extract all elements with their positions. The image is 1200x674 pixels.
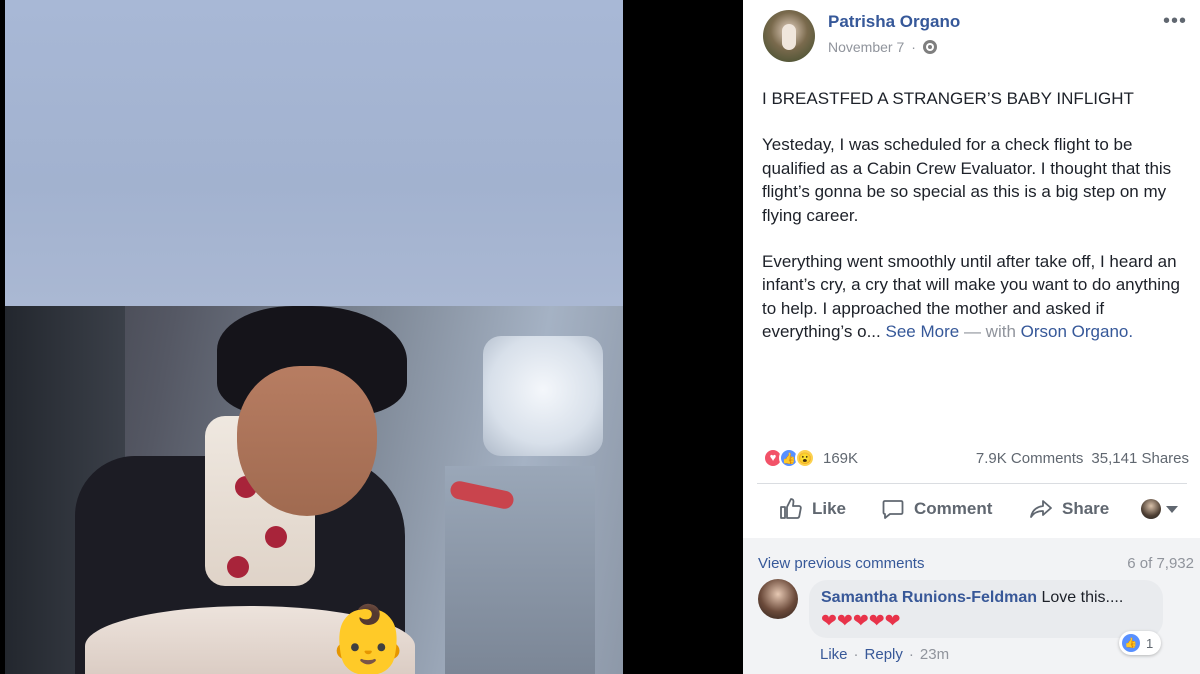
photo-viewer[interactable]: 👶: [0, 0, 743, 674]
comment-action-sep: ·: [853, 646, 859, 663]
caret-down-icon: [1166, 505, 1178, 513]
post-paragraph-2: Everything went smoothly until after tak…: [762, 250, 1192, 344]
comment-label: Comment: [914, 499, 993, 518]
post-photo[interactable]: 👶: [5, 0, 623, 674]
comment-bubble: Samantha Runions-Feldman Love this.... ❤…: [809, 580, 1163, 638]
photo-aircraft-window: [483, 336, 603, 456]
reaction-identity-selector[interactable]: [1141, 499, 1178, 519]
comment-reaction-badge[interactable]: 👍 1: [1119, 631, 1162, 655]
comment-actions: Like · Reply · 23m: [820, 646, 949, 663]
view-previous-comments-link[interactable]: View previous comments: [758, 555, 924, 572]
comment-like-reaction-icon: 👍: [1122, 634, 1140, 652]
author-avatar[interactable]: [763, 10, 815, 62]
post-sidebar: Patrisha Organo November 7 · ••• I BREAS…: [743, 0, 1200, 674]
author-name[interactable]: Patrisha Organo: [828, 12, 960, 32]
post-meta: November 7 ·: [828, 39, 937, 55]
comment-bubble-icon: [882, 500, 904, 519]
comment-like-link[interactable]: Like: [820, 646, 848, 663]
share-label: Share: [1062, 499, 1110, 518]
comment-time[interactable]: 23m: [920, 646, 949, 663]
post-headline: I BREASTFED A STRANGER’S BABY INFLIGHT: [762, 89, 1134, 108]
like-button[interactable]: Like: [779, 497, 846, 521]
comment-hearts: ❤❤❤❤❤: [821, 612, 1151, 631]
baby-sticker-icon: 👶: [327, 602, 410, 674]
comments-count-link[interactable]: 7.9K Comments: [976, 450, 1084, 467]
thumbs-up-icon: [780, 498, 802, 519]
post-date[interactable]: November 7: [828, 39, 904, 55]
post-action-bar: Like Comment Share: [757, 484, 1197, 534]
with-text: — with: [963, 322, 1016, 342]
photo-sky-area: [5, 0, 623, 306]
shares-count-link[interactable]: 35,141 Shares: [1091, 450, 1189, 467]
like-label: Like: [812, 499, 847, 518]
post-paragraph-1: Yesteday, I was scheduled for a check fl…: [762, 135, 1172, 225]
share-button[interactable]: Share: [1029, 497, 1109, 521]
current-user-avatar: [1141, 499, 1161, 519]
comment-button[interactable]: Comment: [881, 497, 992, 521]
heart-emoji-icons: ❤❤❤❤❤: [821, 611, 901, 632]
photo-flight-attendant-scene: 👶: [5, 306, 623, 674]
engagement-counts: 7.9K Comments 35,141 Shares: [976, 450, 1189, 467]
comment-action-sep: ·: [908, 646, 914, 663]
scarf-flower: [265, 526, 287, 548]
globe-icon[interactable]: [922, 40, 937, 54]
comment-pagination-count: 6 of 7,932: [1127, 555, 1194, 572]
comment-text: Love this....: [1041, 589, 1124, 606]
avatar-figure: [782, 24, 796, 50]
wow-reaction-icon: 😮: [795, 448, 815, 468]
commenter-name[interactable]: Samantha Runions-Feldman: [821, 589, 1037, 606]
reactions-count[interactable]: 169K: [823, 450, 858, 467]
comment-reply-link[interactable]: Reply: [865, 646, 903, 663]
see-more-link[interactable]: See More: [886, 322, 960, 341]
meta-separator: ·: [911, 39, 916, 55]
comments-section: View previous comments 6 of 7,932 Samant…: [743, 538, 1200, 674]
post-body: I BREASTFED A STRANGER’S BABY INFLIGHT Y…: [762, 87, 1192, 367]
comment-reaction-count: 1: [1146, 635, 1154, 651]
commenter-avatar[interactable]: [758, 579, 798, 619]
tagged-person-link[interactable]: Orson Organo.: [1021, 322, 1133, 341]
scarf-flower: [227, 556, 249, 578]
more-options-icon[interactable]: •••: [1163, 10, 1187, 33]
photo-face: [237, 366, 377, 516]
share-arrow-icon: [1030, 500, 1052, 518]
reaction-summary[interactable]: ♥ 👍 😮 169K: [763, 448, 858, 468]
